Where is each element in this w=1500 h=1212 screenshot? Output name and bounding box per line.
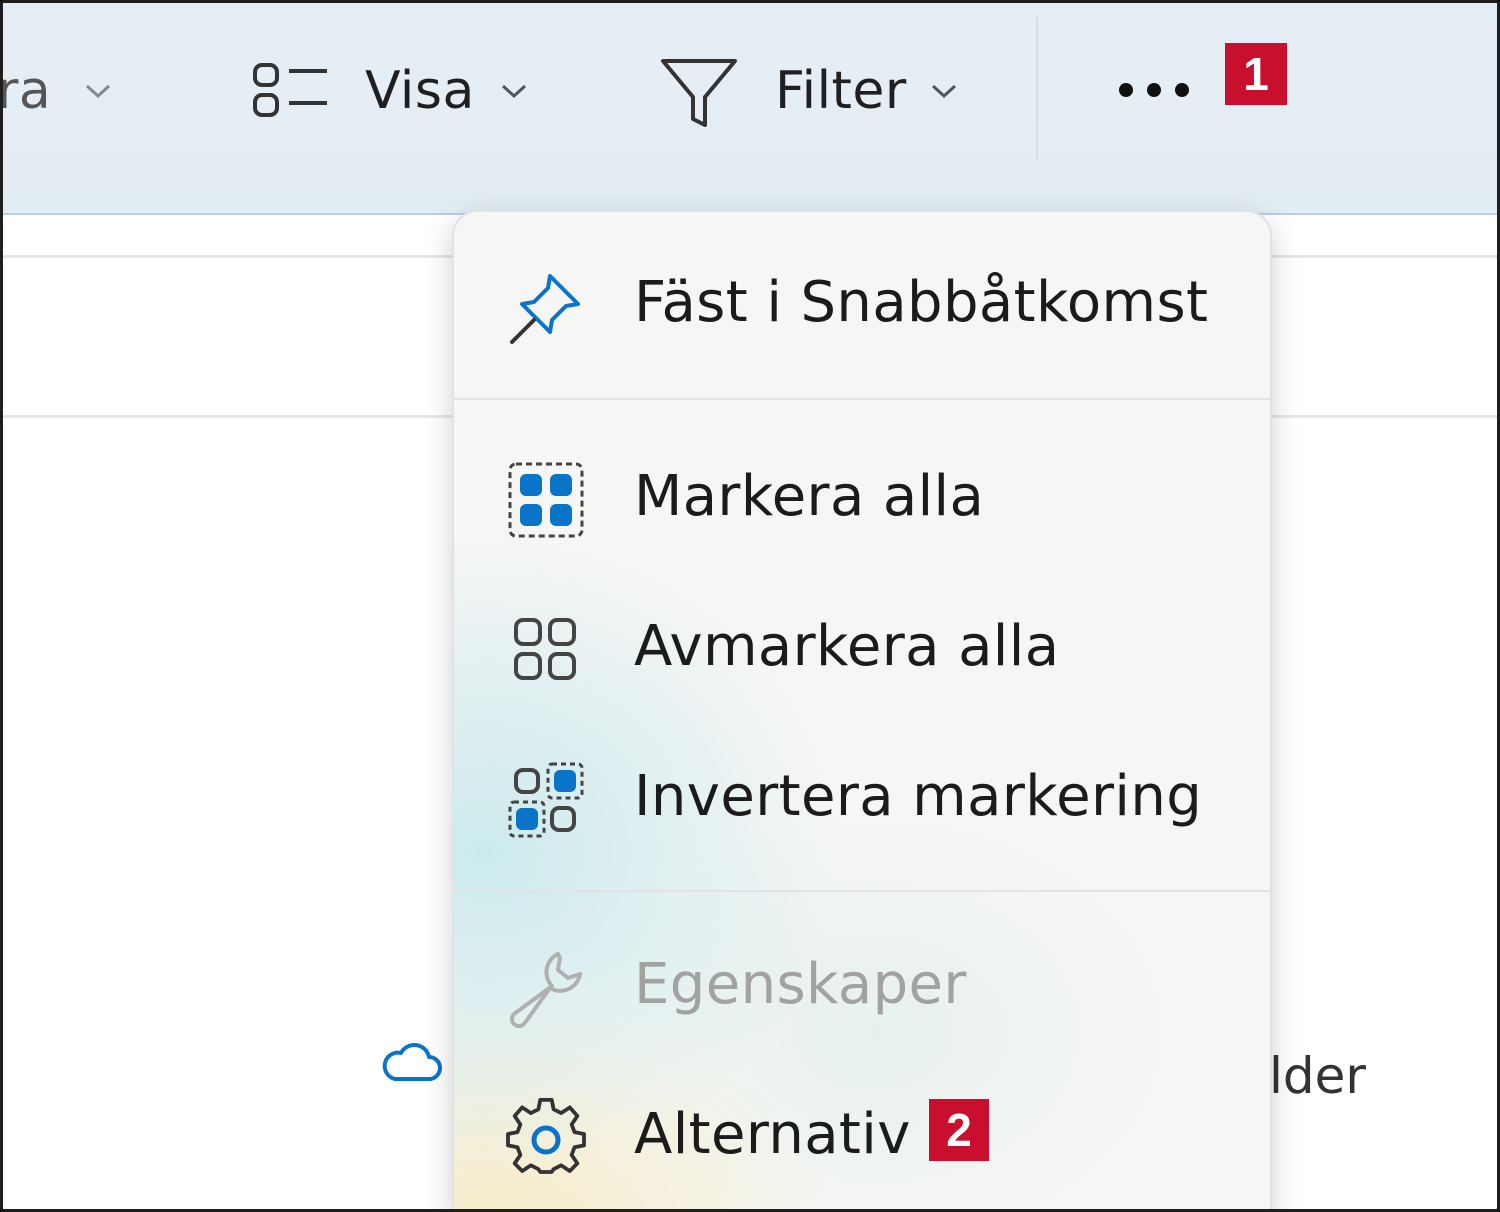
sort-button-label[interactable]: ra <box>3 61 51 121</box>
select-all-icon <box>508 462 584 538</box>
wrench-icon <box>509 952 582 1028</box>
invert-selection-icon <box>508 762 584 838</box>
see-more-button[interactable] <box>1103 69 1203 113</box>
menu-item-label: Alternativ <box>634 1102 911 1167</box>
more-dot <box>1147 83 1161 97</box>
view-button-label: Visa <box>365 61 475 121</box>
more-dot <box>1175 83 1189 97</box>
menu-item-properties: Egenskaper <box>454 928 1270 1048</box>
menu-item-options[interactable]: Alternativ <box>454 1078 1270 1198</box>
folder-type-text: lder <box>1269 1047 1366 1105</box>
menu-item-label: Egenskaper <box>634 952 967 1017</box>
menu-item-label: Avmarkera alla <box>634 614 1060 679</box>
menu-separator <box>454 398 1270 400</box>
file-explorer-window: ra Visa Filter 1 lder Fäst i Snabbåtkoms… <box>0 0 1500 1212</box>
chevron-down-icon <box>931 84 957 99</box>
view-list-icon <box>253 63 327 117</box>
select-none-icon <box>514 618 576 680</box>
menu-item-label: Markera alla <box>634 464 985 529</box>
menu-item-invert-selection[interactable]: Invertera markering <box>454 740 1270 860</box>
pin-icon <box>510 274 580 344</box>
filter-funnel-icon <box>661 59 737 127</box>
see-more-menu: Fäst i Snabbåtkomst Markera alla Avmarke… <box>452 210 1272 1209</box>
filter-button-label: Filter <box>775 61 907 121</box>
gear-icon <box>506 1098 586 1174</box>
callout-badge-2: 2 <box>929 1099 989 1161</box>
menu-item-select-none[interactable]: Avmarkera alla <box>454 590 1270 710</box>
more-dot <box>1119 83 1133 97</box>
menu-item-label: Invertera markering <box>634 764 1203 829</box>
menu-item-pin-quick-access[interactable]: Fäst i Snabbåtkomst <box>454 246 1270 366</box>
callout-badge-1: 1 <box>1225 43 1287 105</box>
chevron-down-icon <box>501 84 527 99</box>
command-bar: ra Visa Filter 1 <box>3 3 1497 215</box>
chevron-down-icon <box>85 84 111 99</box>
menu-item-select-all[interactable]: Markera alla <box>454 440 1270 560</box>
cloud-icon <box>382 1042 442 1081</box>
menu-separator <box>454 890 1270 892</box>
menu-item-label: Fäst i Snabbåtkomst <box>634 270 1209 335</box>
toolbar-divider <box>1036 17 1038 161</box>
